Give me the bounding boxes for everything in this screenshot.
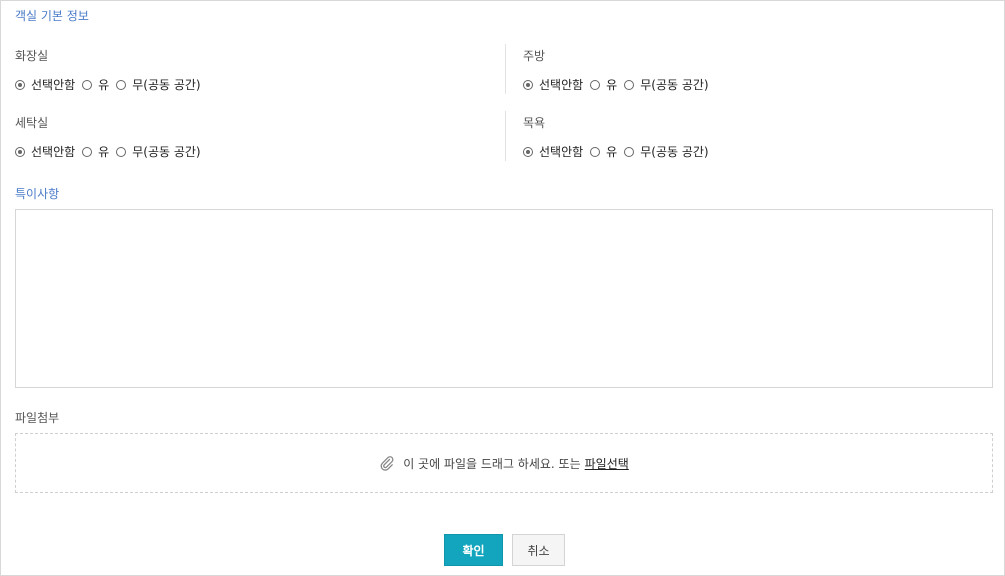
radio-unchecked-icon [82, 146, 93, 157]
laundry-option-yes[interactable]: 유 [82, 143, 109, 160]
kitchen-radio-group: 선택안함 유 무(공동 공간) [523, 76, 716, 93]
radio-unchecked-icon [82, 79, 93, 90]
laundry-radio-group: 선택안함 유 무(공동 공간) [15, 143, 208, 160]
radio-checked-icon [15, 146, 25, 157]
bathroom-option-none[interactable]: 선택안함 [15, 76, 75, 93]
kitchen-option-yes[interactable]: 유 [590, 76, 617, 93]
kitchen-option-none[interactable]: 선택안함 [523, 76, 583, 93]
file-select-link[interactable]: 파일선택 [585, 455, 629, 472]
laundry-option-none[interactable]: 선택안함 [15, 143, 75, 160]
file-drop-zone[interactable]: 이 곳에 파일을 드래그 하세요. 또는 파일선택 [15, 433, 993, 493]
laundry-label: 세탁실 [15, 116, 49, 130]
radio-unchecked-icon [116, 79, 127, 90]
paperclip-icon [379, 455, 395, 471]
radio-unchecked-icon [590, 146, 601, 157]
laundry-option-shared[interactable]: 무(공동 공간) [116, 143, 201, 160]
shower-option-none[interactable]: 선택안함 [523, 143, 583, 160]
radio-checked-icon [523, 146, 533, 157]
shower-radio-group: 선택안함 유 무(공동 공간) [523, 143, 716, 160]
attachment-label: 파일첨부 [15, 411, 60, 425]
column-divider [505, 111, 506, 161]
radio-unchecked-icon [116, 146, 127, 157]
cancel-button[interactable]: 취소 [512, 534, 565, 566]
room-basic-info-form: 객실 기본 정보 화장실 선택안함 유 무(공동 공간) 주방 선택안함 유 무… [0, 0, 1005, 576]
kitchen-label: 주방 [523, 49, 546, 63]
shower-option-yes[interactable]: 유 [590, 143, 617, 160]
shower-option-shared[interactable]: 무(공동 공간) [624, 143, 709, 160]
notes-textarea[interactable] [15, 209, 993, 388]
bathroom-radio-group: 선택안함 유 무(공동 공간) [15, 76, 208, 93]
confirm-button[interactable]: 확인 [444, 534, 503, 566]
shower-label: 목욕 [523, 116, 546, 130]
column-divider [505, 44, 506, 94]
radio-unchecked-icon [624, 146, 635, 157]
bathroom-label: 화장실 [15, 49, 49, 63]
drop-zone-text: 이 곳에 파일을 드래그 하세요. 또는 [403, 456, 581, 471]
section-title-basic-info: 객실 기본 정보 [15, 9, 89, 23]
radio-unchecked-icon [624, 79, 635, 90]
radio-checked-icon [523, 79, 533, 90]
section-title-notes: 특이사항 [15, 187, 60, 201]
bathroom-option-shared[interactable]: 무(공동 공간) [116, 76, 201, 93]
radio-unchecked-icon [590, 79, 601, 90]
radio-checked-icon [15, 79, 25, 90]
bathroom-option-yes[interactable]: 유 [82, 76, 109, 93]
kitchen-option-shared[interactable]: 무(공동 공간) [624, 76, 709, 93]
